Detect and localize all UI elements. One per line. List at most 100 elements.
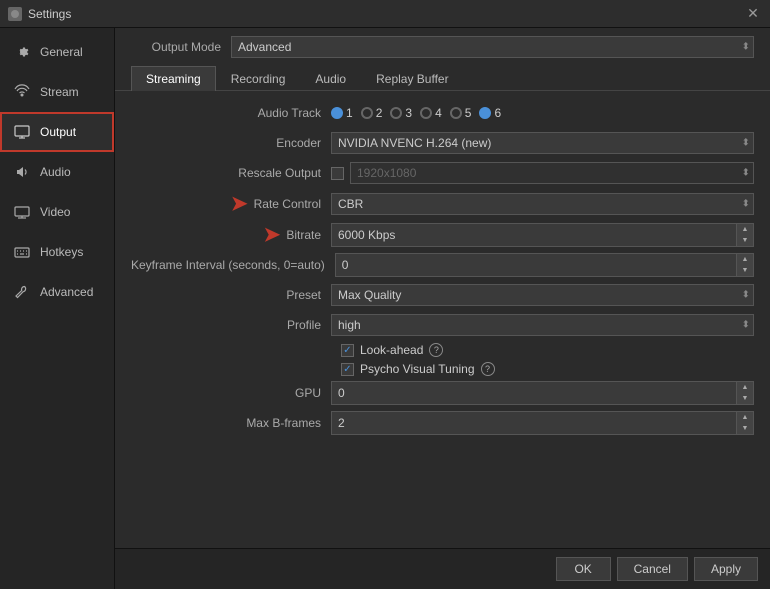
keyframe-down-button[interactable]: ▼ [737, 265, 753, 276]
gear-icon [12, 42, 32, 62]
rescale-select[interactable]: 1920x1080 [350, 162, 754, 184]
psycho-help-icon[interactable]: ? [481, 362, 495, 376]
audio-track-options: 1 2 3 4 5 [331, 106, 754, 120]
track-6-item[interactable]: 6 [479, 106, 501, 120]
sidebar-item-stream[interactable]: Stream [0, 72, 114, 112]
rate-control-select-wrapper: CBR VBR CQP [331, 193, 754, 215]
bitrate-label: Bitrate [286, 228, 321, 242]
monitor-icon [12, 122, 32, 142]
psycho-checkbox[interactable] [341, 363, 354, 376]
keyframe-spinbox-buttons: ▲ ▼ [736, 254, 753, 276]
track-6-label: 6 [494, 106, 501, 120]
track-4-label: 4 [435, 106, 442, 120]
max-bframes-up-button[interactable]: ▲ [737, 412, 753, 423]
rate-control-label-wrapper: ➤ Rate Control [131, 191, 331, 216]
keyframe-input[interactable] [336, 254, 736, 276]
encoder-row: Encoder NVIDIA NVENC H.264 (new) [131, 131, 754, 155]
cancel-button[interactable]: Cancel [617, 557, 688, 581]
psycho-label: Psycho Visual Tuning [360, 362, 475, 376]
tab-streaming[interactable]: Streaming [131, 66, 216, 91]
output-mode-label: Output Mode [131, 40, 221, 54]
sidebar-label-stream: Stream [40, 85, 79, 99]
sidebar-item-video[interactable]: Video [0, 192, 114, 232]
gpu-label: GPU [131, 386, 331, 400]
track-2-item[interactable]: 2 [361, 106, 383, 120]
bitrate-input[interactable] [332, 224, 736, 246]
rescale-select-wrapper: 1920x1080 [350, 162, 754, 184]
output-mode-row: Output Mode Advanced Simple [115, 28, 770, 66]
gpu-down-button[interactable]: ▼ [737, 393, 753, 404]
keyframe-spinbox: ▲ ▼ [335, 253, 754, 277]
track-1-label: 1 [346, 106, 353, 120]
gpu-spinbox-wrapper: ▲ ▼ [331, 381, 754, 405]
track-2-radio[interactable] [361, 107, 373, 119]
track-4-radio[interactable] [420, 107, 432, 119]
ok-button[interactable]: OK [556, 557, 611, 581]
main-container: General Stream Output [0, 28, 770, 589]
bitrate-up-button[interactable]: ▲ [737, 224, 753, 235]
bitrate-spinbox-wrapper: ▲ ▼ [331, 223, 754, 247]
profile-select-wrapper: high main baseline [331, 314, 754, 336]
track-4-item[interactable]: 4 [420, 106, 442, 120]
apply-button[interactable]: Apply [694, 557, 758, 581]
profile-row: Profile high main baseline [131, 313, 754, 337]
track-3-radio[interactable] [390, 107, 402, 119]
keyframe-up-button[interactable]: ▲ [737, 254, 753, 265]
lookahead-checkbox[interactable] [341, 344, 354, 357]
audio-track-row: Audio Track 1 2 3 [131, 101, 754, 125]
app-icon [8, 7, 22, 21]
lookahead-help-icon[interactable]: ? [429, 343, 443, 357]
rescale-checkbox[interactable] [331, 167, 344, 180]
profile-label: Profile [131, 318, 331, 332]
bitrate-label-wrapper: ➤ Bitrate [131, 222, 331, 247]
close-button[interactable]: ✕ [744, 5, 762, 23]
sidebar-item-output[interactable]: Output [0, 112, 114, 152]
tab-recording[interactable]: Recording [216, 66, 301, 91]
gpu-spinbox-buttons: ▲ ▼ [736, 382, 753, 404]
output-mode-select[interactable]: Advanced Simple [231, 36, 754, 58]
psycho-row: Psycho Visual Tuning ? [131, 362, 754, 376]
encoder-select-wrapper: NVIDIA NVENC H.264 (new) [331, 132, 754, 154]
sidebar-item-general[interactable]: General [0, 32, 114, 72]
sidebar-label-advanced: Advanced [40, 285, 93, 299]
bitrate-down-button[interactable]: ▼ [737, 235, 753, 246]
rate-control-row: ➤ Rate Control CBR VBR CQP [131, 191, 754, 216]
track-1-item[interactable]: 1 [331, 106, 353, 120]
max-bframes-label: Max B-frames [131, 416, 331, 430]
track-1-radio[interactable] [331, 107, 343, 119]
sidebar-item-hotkeys[interactable]: Hotkeys [0, 232, 114, 272]
preset-label: Preset [131, 288, 331, 302]
settings-area: Audio Track 1 2 3 [115, 91, 770, 548]
profile-select[interactable]: high main baseline [331, 314, 754, 336]
sidebar-label-video: Video [40, 205, 70, 219]
encoder-select[interactable]: NVIDIA NVENC H.264 (new) [331, 132, 754, 154]
bitrate-arrow: ➤ [264, 222, 281, 247]
track-5-item[interactable]: 5 [450, 106, 472, 120]
title-bar-left: Settings [8, 7, 71, 21]
audio-track-label: Audio Track [131, 106, 331, 120]
max-bframes-down-button[interactable]: ▼ [737, 423, 753, 434]
preset-select[interactable]: Max Quality High Quality Performance [331, 284, 754, 306]
preset-row: Preset Max Quality High Quality Performa… [131, 283, 754, 307]
sidebar-item-advanced[interactable]: Advanced [0, 272, 114, 312]
rate-control-label: Rate Control [254, 197, 321, 211]
bitrate-spinbox-buttons: ▲ ▼ [736, 224, 753, 246]
track-3-item[interactable]: 3 [390, 106, 412, 120]
wrench-icon [12, 282, 32, 302]
tab-audio[interactable]: Audio [300, 66, 361, 91]
bitrate-spinbox: ▲ ▼ [331, 223, 754, 247]
keyframe-label: Keyframe Interval (seconds, 0=auto) [131, 258, 335, 272]
max-bframes-input[interactable] [332, 412, 736, 434]
tabs-container: Streaming Recording Audio Replay Buffer [115, 66, 770, 91]
tab-replay-buffer[interactable]: Replay Buffer [361, 66, 464, 91]
sidebar-item-audio[interactable]: Audio [0, 152, 114, 192]
gpu-input[interactable] [332, 382, 736, 404]
keyboard-icon [12, 242, 32, 262]
track-5-radio[interactable] [450, 107, 462, 119]
rate-control-select[interactable]: CBR VBR CQP [331, 193, 754, 215]
window-title: Settings [28, 7, 71, 21]
max-bframes-spinbox-wrapper: ▲ ▼ [331, 411, 754, 435]
gpu-up-button[interactable]: ▲ [737, 382, 753, 393]
sidebar-label-general: General [40, 45, 83, 59]
track-6-radio[interactable] [479, 107, 491, 119]
